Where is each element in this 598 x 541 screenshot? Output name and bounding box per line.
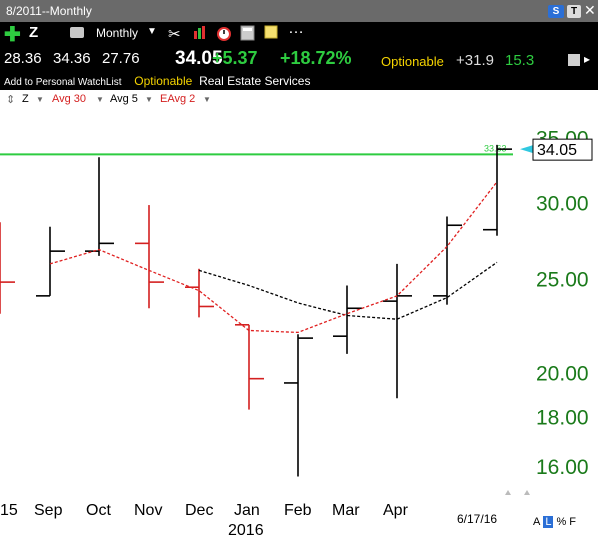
add-watchlist-link[interactable]: Add to Personal WatchList — [4, 77, 121, 88]
moving-average-lines — [49, 181, 498, 334]
industry-label: Real Estate Services — [199, 74, 311, 88]
chevron-down-icon[interactable]: ▼ — [203, 95, 211, 104]
price-axis: 35.0030.0025.0020.0018.0016.00 — [536, 128, 589, 479]
s-button[interactable]: S — [548, 5, 564, 18]
add-icon[interactable]: ✚ — [4, 22, 21, 47]
date-label: 6/17/16 — [457, 512, 497, 526]
quote-open: 34.36 — [53, 50, 91, 67]
quote-optionable: Optionable — [381, 54, 444, 69]
x-tick-label: Sep — [34, 502, 63, 519]
scale-log-button[interactable]: L — [543, 516, 554, 528]
window-title: 8/2011--Monthly — [6, 4, 92, 18]
y-tick-label: 16.00 — [536, 456, 589, 479]
period-select[interactable]: Monthly — [96, 26, 138, 40]
t-button[interactable]: T — [567, 5, 581, 18]
price-chart[interactable]: 33.63 35.0030.0025.0020.0018.0016.00 15S… — [0, 108, 598, 541]
y-tick-label: 20.00 — [536, 362, 589, 385]
quote-header: ✚ Z Monthly ▼ ✂ … 28.36 34.36 27.76 34.0… — [0, 20, 598, 90]
time-axis: 15 Sep Oct Nov Dec Jan Feb Mar Apr 2016 — [0, 502, 409, 539]
year-label: 2016 — [228, 522, 264, 539]
book-icon[interactable] — [568, 54, 580, 66]
scale-fit-button[interactable]: F — [569, 516, 576, 528]
alarm-clock-icon[interactable] — [216, 25, 232, 45]
quote-high: 28.36 — [4, 50, 42, 67]
study-bar: ⇕ Z ▼ Avg 30 ▼ Avg 5 ▼ EAvg 2 ▼ — [0, 90, 598, 108]
x-tick-label: Feb — [284, 502, 312, 519]
sort-icon[interactable]: ⇕ — [6, 93, 15, 106]
y-tick-label: 30.00 — [536, 192, 589, 215]
print-icon[interactable] — [70, 27, 84, 38]
series-line — [198, 261, 498, 320]
optionable-label: Optionable — [134, 74, 193, 88]
tools-icon[interactable]: ✂ — [168, 25, 181, 43]
x-tick-label: Nov — [134, 502, 162, 519]
study-eavg2[interactable]: EAvg 2 — [160, 93, 195, 105]
quote-value-2: 15.3 — [505, 52, 535, 69]
chevron-down-icon[interactable]: ▼ — [96, 95, 104, 104]
chart-bars-icon[interactable] — [193, 25, 208, 44]
x-tick-label: Jan — [234, 502, 260, 519]
close-icon[interactable]: ✕ — [584, 2, 596, 19]
chevron-down-icon[interactable]: ▼ — [36, 95, 44, 104]
scale-auto-button[interactable]: A — [533, 516, 540, 528]
quote-value-1: +31.9 — [456, 52, 494, 69]
window-titlebar: 8/2011--Monthly S T ✕ — [0, 0, 598, 22]
y-tick-label: 18.00 — [536, 407, 589, 430]
price-bars — [0, 144, 512, 477]
price-tag-arrow — [520, 145, 533, 154]
scroll-up-icon — [524, 490, 530, 495]
price-tag: 34.05 — [537, 142, 577, 159]
quote-change-pct: +18.72% — [280, 48, 352, 68]
scale-percent-button[interactable]: % — [556, 516, 566, 528]
scale-buttons: A L% F — [533, 516, 579, 528]
note-icon[interactable] — [264, 25, 278, 43]
info-row: Add to Personal WatchList Optionable Rea… — [4, 74, 310, 88]
study-avg30[interactable]: Avg 30 — [52, 93, 86, 105]
chevron-down-icon[interactable]: ▼ — [145, 95, 153, 104]
series-line — [49, 181, 498, 334]
calculator-icon[interactable] — [240, 25, 256, 45]
x-tick-label: Apr — [383, 502, 409, 519]
y-tick-label: 25.00 — [536, 269, 589, 292]
study-avg5[interactable]: Avg 5 — [110, 93, 138, 105]
scroll-up-icon — [505, 490, 511, 495]
symbol-label[interactable]: Z — [29, 24, 38, 41]
study-symbol[interactable]: Z — [22, 93, 29, 105]
x-tick-label: 15 — [0, 502, 18, 519]
more-icon[interactable]: … — [288, 20, 304, 38]
x-tick-label: Mar — [332, 502, 360, 519]
x-tick-label: Oct — [86, 502, 111, 519]
x-tick-label: Dec — [185, 502, 213, 519]
scroll-right-icon[interactable]: ▸ — [584, 52, 590, 66]
quote-low: 27.76 — [102, 50, 140, 67]
quote-change: +5.37 — [212, 48, 258, 68]
chevron-down-icon[interactable]: ▼ — [147, 26, 157, 37]
